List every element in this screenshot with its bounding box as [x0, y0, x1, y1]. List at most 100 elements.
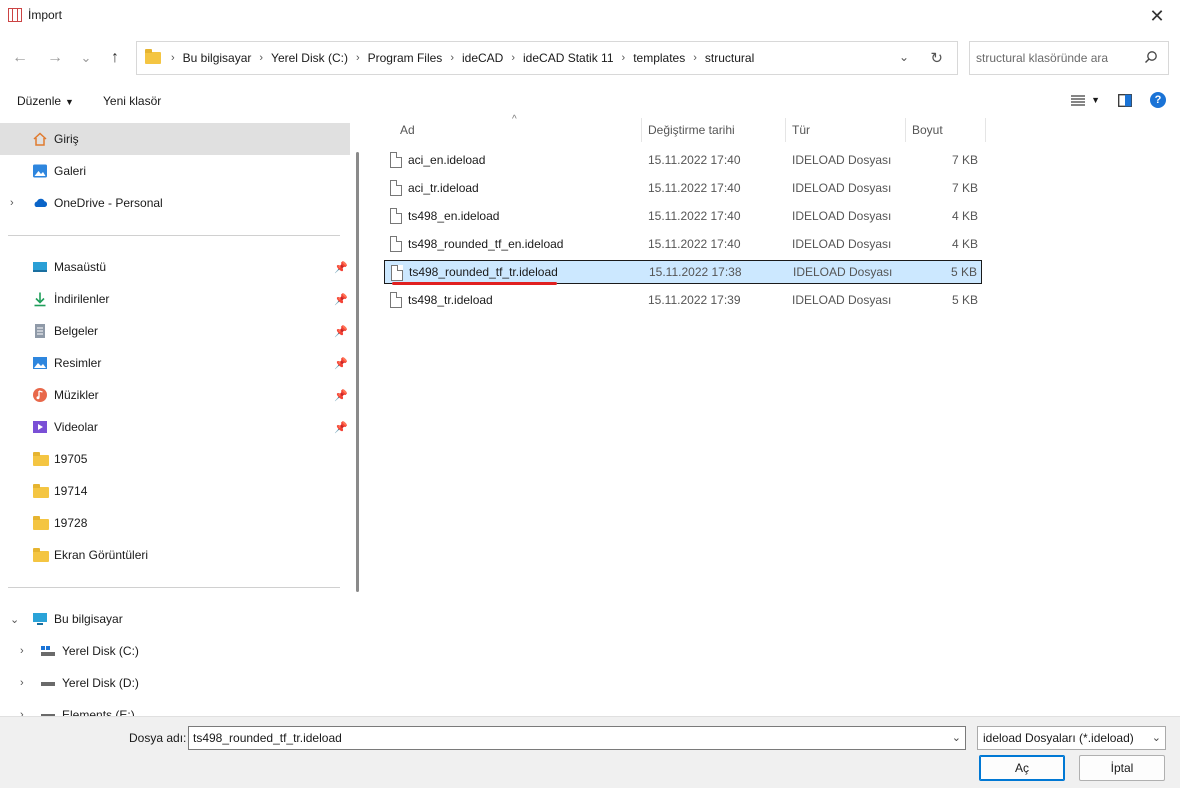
file-row[interactable]: ts498_tr.ideload 15.11.2022 17:39 IDELOA…: [384, 288, 982, 312]
close-button[interactable]: ✕: [1134, 0, 1180, 32]
pin-icon[interactable]: 📌: [334, 357, 348, 370]
pin-icon[interactable]: 📌: [334, 325, 348, 338]
new-folder-button[interactable]: Yeni klasör: [103, 94, 161, 108]
sidebar-item-desktop[interactable]: Masaüstü 📌: [0, 251, 350, 283]
sidebar-item-folder-19714[interactable]: 19714: [0, 475, 350, 507]
sidebar-item-home[interactable]: Giriş: [0, 123, 350, 155]
view-options-button[interactable]: ▼: [1071, 94, 1100, 106]
sidebar-item-label: Bu bilgisayar: [54, 612, 123, 626]
breadcrumb-item[interactable]: templates: [633, 51, 685, 65]
sidebar-item-drive-c[interactable]: › Yerel Disk (C:): [0, 635, 350, 667]
title-bar: İmport ✕: [0, 0, 1180, 32]
pin-icon[interactable]: 📌: [334, 421, 348, 434]
filetype-select[interactable]: ideload Dosyaları (*.ideload) ⌄: [977, 726, 1166, 750]
open-button[interactable]: Aç: [979, 755, 1065, 781]
column-divider[interactable]: [785, 118, 786, 142]
pin-icon[interactable]: 📌: [334, 389, 348, 402]
sidebar-item-folder-19728[interactable]: 19728: [0, 507, 350, 539]
file-type: IDELOAD Dosyası: [792, 181, 892, 195]
filename-field[interactable]: ts498_rounded_tf_tr.ideload ⌄: [188, 726, 966, 750]
breadcrumb-item[interactable]: ideCAD: [462, 51, 503, 65]
sidebar-item-label: Müzikler: [54, 388, 99, 402]
folder-icon: [33, 484, 49, 498]
cloud-icon: [34, 198, 48, 207]
forward-button[interactable]: →: [43, 46, 67, 70]
search-box[interactable]: structural klasöründe ara: [969, 41, 1169, 75]
chevron-right-icon[interactable]: ›: [20, 645, 24, 657]
column-label: Ad: [400, 123, 415, 137]
navigation-pane: Giriş Galeri › OneDrive - Personal Masaü…: [0, 118, 360, 716]
breadcrumb-item[interactable]: Yerel Disk (C:): [271, 51, 348, 65]
file-row-selected[interactable]: ts498_rounded_tf_tr.ideload 15.11.2022 1…: [384, 260, 982, 284]
address-bar[interactable]: › Bu bilgisayar › Yerel Disk (C:) › Prog…: [136, 41, 958, 75]
breadcrumb-item[interactable]: Bu bilgisayar: [183, 51, 252, 65]
folder-icon: [33, 452, 49, 466]
chevron-down-icon[interactable]: ⌄: [899, 50, 909, 64]
organize-button[interactable]: Düzenle ▼: [17, 94, 74, 108]
recent-locations-button[interactable]: ⌄: [74, 46, 98, 70]
chevron-down-icon[interactable]: ⌄: [952, 731, 961, 744]
breadcrumb-item[interactable]: structural: [705, 51, 754, 65]
refresh-icon[interactable]: ↻: [930, 49, 943, 67]
column-header-name[interactable]: Ad: [396, 118, 640, 142]
filename-value[interactable]: ts498_rounded_tf_tr.ideload: [193, 731, 342, 745]
file-row[interactable]: ts498_rounded_tf_en.ideload 15.11.2022 1…: [384, 232, 982, 256]
sidebar-item-drive-e[interactable]: › Elements (E:): [0, 699, 350, 716]
breadcrumb-item[interactable]: ideCAD Statik 11: [523, 51, 614, 65]
back-button[interactable]: ←: [8, 46, 32, 70]
file-name: ts498_en.ideload: [408, 209, 500, 223]
column-divider[interactable]: [641, 118, 642, 142]
chevron-right-icon[interactable]: ›: [10, 197, 14, 209]
column-header-type[interactable]: Tür: [788, 118, 904, 142]
column-divider[interactable]: [985, 118, 986, 142]
search-input[interactable]: structural klasöründe ara: [976, 51, 1108, 65]
file-row[interactable]: ts498_en.ideload 15.11.2022 17:40 IDELOA…: [384, 204, 982, 228]
sidebar-item-drive-d[interactable]: › Yerel Disk (D:): [0, 667, 350, 699]
column-header-size[interactable]: Boyut: [908, 118, 984, 142]
column-label: Boyut: [912, 123, 943, 137]
sidebar-item-screenshots[interactable]: Ekran Görüntüleri: [0, 539, 350, 571]
file-size: 5 KB: [951, 293, 978, 307]
up-button[interactable]: ↑: [103, 46, 127, 70]
sidebar-item-label: OneDrive - Personal: [54, 196, 163, 210]
sidebar-item-folder-19705[interactable]: 19705: [0, 443, 350, 475]
cancel-button[interactable]: İptal: [1079, 755, 1165, 781]
filetype-value: ideload Dosyaları (*.ideload): [983, 731, 1134, 745]
file-row[interactable]: aci_tr.ideload 15.11.2022 17:40 IDELOAD …: [384, 176, 982, 200]
chevron-down-icon[interactable]: ⌄: [10, 613, 19, 626]
sidebar-item-label: Masaüstü: [54, 260, 107, 274]
sidebar-item-videos[interactable]: Videolar 📌: [0, 411, 350, 443]
pin-icon[interactable]: 📌: [334, 261, 348, 274]
pin-icon[interactable]: 📌: [334, 293, 348, 306]
chevron-right-icon: ›: [450, 52, 454, 64]
help-icon[interactable]: ?: [1150, 92, 1166, 108]
file-type: IDELOAD Dosyası: [792, 209, 892, 223]
sidebar-item-onedrive[interactable]: › OneDrive - Personal: [0, 187, 350, 219]
sidebar-item-documents[interactable]: Belgeler 📌: [0, 315, 350, 347]
sidebar-item-music[interactable]: Müzikler 📌: [0, 379, 350, 411]
desktop-icon: [33, 262, 47, 272]
chevron-right-icon[interactable]: ›: [20, 677, 24, 689]
sidebar-item-this-pc[interactable]: ⌄ Bu bilgisayar: [0, 603, 350, 635]
sidebar-item-downloads[interactable]: İndirilenler 📌: [0, 283, 350, 315]
sidebar-item-pictures[interactable]: Resimler 📌: [0, 347, 350, 379]
drive-icon: [41, 714, 55, 716]
preview-pane-icon[interactable]: [1118, 93, 1132, 107]
chevron-down-icon[interactable]: ⌄: [1152, 731, 1161, 744]
column-header-date[interactable]: Değiştirme tarihi: [644, 118, 784, 142]
chevron-right-icon[interactable]: ›: [20, 709, 24, 716]
list-view-icon: [1071, 95, 1086, 106]
file-name: ts498_rounded_tf_en.ideload: [408, 237, 564, 251]
file-size: 7 KB: [951, 153, 978, 167]
column-divider[interactable]: [905, 118, 906, 142]
file-row[interactable]: aci_en.ideload 15.11.2022 17:40 IDELOAD …: [384, 148, 982, 172]
sidebar-item-gallery[interactable]: Galeri: [0, 155, 350, 187]
file-icon: [390, 236, 402, 252]
column-label: Tür: [792, 123, 810, 137]
divider: [8, 587, 340, 588]
file-name: aci_en.ideload: [408, 153, 486, 167]
pictures-icon: [33, 357, 47, 369]
search-icon[interactable]: [1144, 50, 1158, 64]
scrollbar[interactable]: [356, 152, 359, 592]
breadcrumb-item[interactable]: Program Files: [368, 51, 443, 65]
